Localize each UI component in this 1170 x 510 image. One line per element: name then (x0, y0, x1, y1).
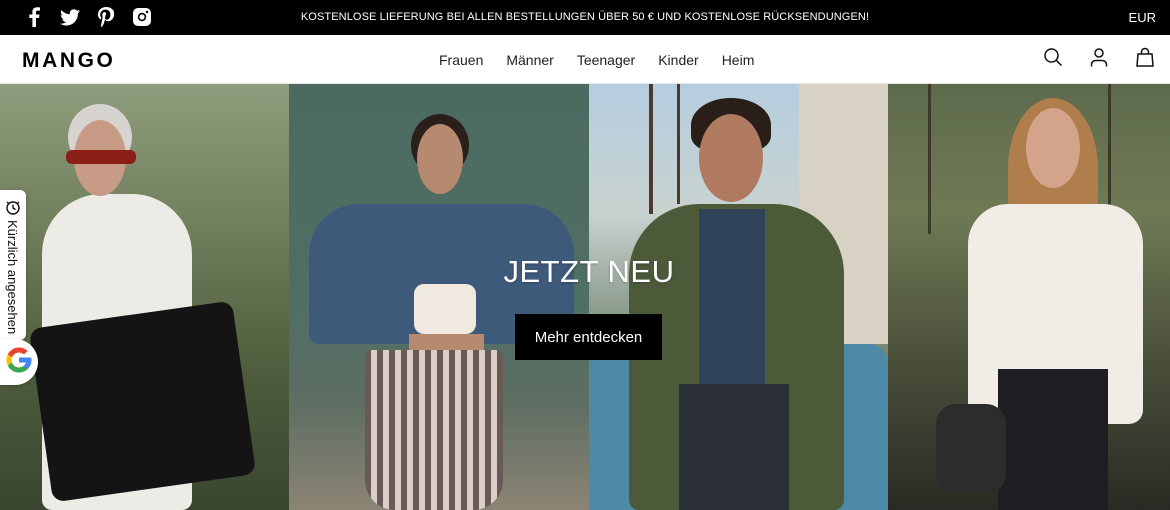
main-nav: Frauen Männer Teenager Kinder Heim (439, 52, 754, 68)
nav-item-kinder[interactable]: Kinder (658, 52, 698, 68)
nav-item-teenager[interactable]: Teenager (577, 52, 635, 68)
google-icon (4, 345, 34, 380)
search-icon[interactable] (1042, 46, 1064, 68)
promo-text: KOSTENLOSE LIEFERUNG BEI ALLEN BESTELLUN… (300, 11, 870, 23)
recently-viewed-tab[interactable]: Kürzlich angesehen (0, 190, 26, 340)
header-actions (1042, 46, 1156, 68)
discover-more-button[interactable]: Mehr entdecken (515, 314, 662, 360)
shopping-bag-icon[interactable] (1134, 46, 1156, 68)
recently-viewed-icon (4, 198, 22, 216)
user-icon[interactable] (1088, 46, 1110, 68)
main-header: MANGO Frauen Männer Teenager Kinder Heim (0, 35, 1170, 84)
nav-item-maenner[interactable]: Männer (506, 52, 553, 68)
recently-viewed-label: Kürzlich angesehen (5, 220, 20, 335)
hero-banner[interactable]: JETZT NEU Mehr entdecken (0, 84, 1170, 510)
nav-item-frauen[interactable]: Frauen (439, 52, 483, 68)
google-button[interactable] (0, 339, 38, 385)
promo-bar: KOSTENLOSE LIEFERUNG BEI ALLEN BESTELLUN… (0, 0, 1170, 35)
hero-image-2 (289, 84, 589, 510)
currency-selector[interactable]: EUR (1129, 10, 1156, 25)
hero-image-1 (0, 84, 289, 510)
hero-title: JETZT NEU (503, 254, 675, 289)
brand-logo[interactable]: MANGO (22, 49, 116, 73)
nav-item-heim[interactable]: Heim (722, 52, 755, 68)
hero-image-3 (589, 84, 888, 510)
hero-image-4 (888, 84, 1170, 510)
